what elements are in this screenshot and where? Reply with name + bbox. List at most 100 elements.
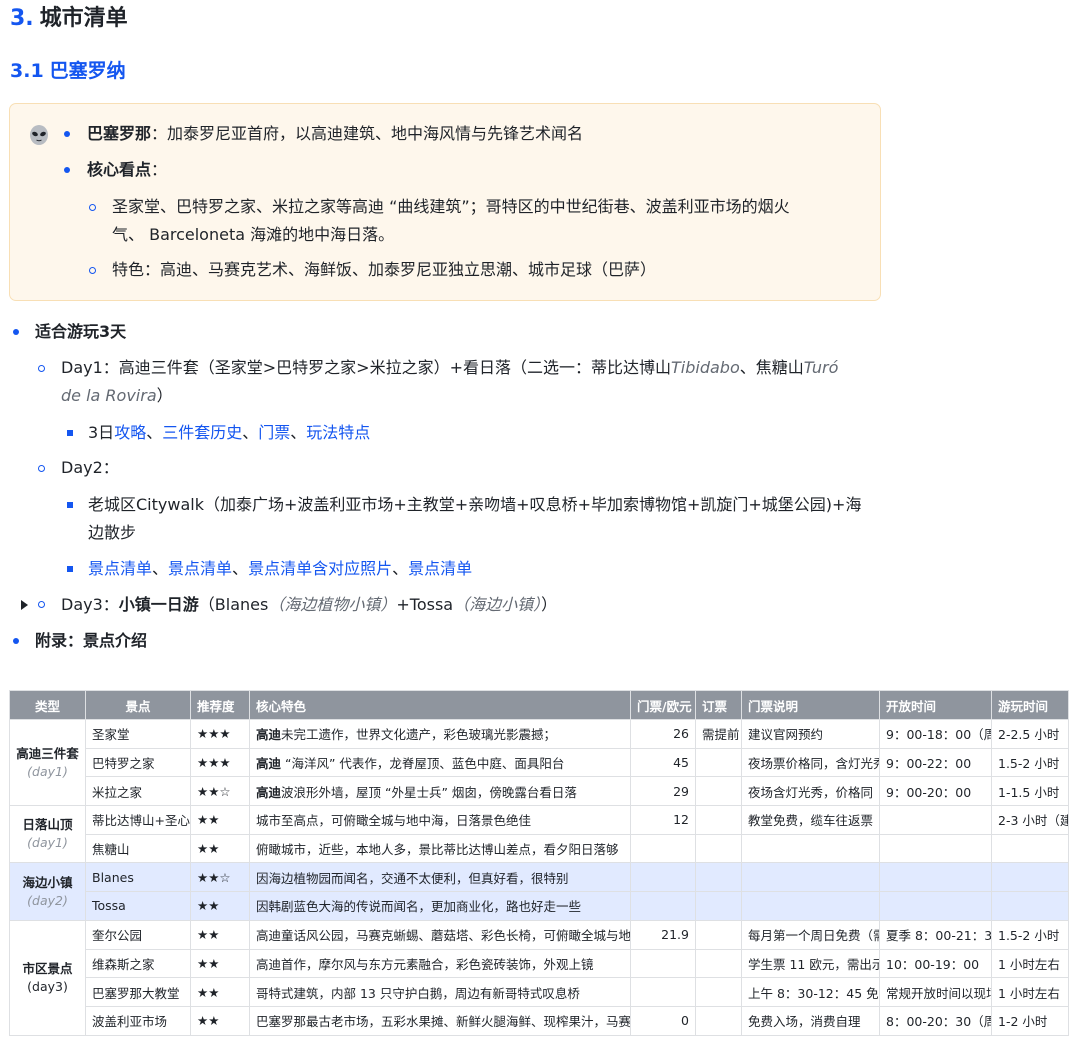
alien-emoji-icon[interactable] [28, 124, 50, 146]
features-cell[interactable]: 因海边植物园而闻名，交通不太便利，但真好看，很特别 [249, 862, 631, 893]
price-cell[interactable]: 29 [630, 776, 696, 807]
booking-cell[interactable] [695, 977, 742, 1007]
type-cell[interactable]: 高迪三件套 (day1) [9, 718, 86, 807]
price-cell[interactable]: 12 [630, 805, 696, 835]
duration-cell[interactable]: 1 小时左右 [991, 977, 1069, 1007]
rating-cell[interactable]: ★★ [190, 919, 250, 950]
spot-cell[interactable]: 波盖利亚市场 [85, 1005, 191, 1036]
hours-cell[interactable]: 9：00-22：00 [879, 747, 992, 778]
price-cell[interactable] [630, 977, 696, 1007]
features-cell[interactable]: 高迪波浪形外墙，屋顶 “外星士兵” 烟囱，傍晚露台看日落 [249, 776, 631, 807]
spot-cell[interactable]: 米拉之家 [85, 776, 191, 807]
link-spots-3[interactable]: 景点清单 [408, 559, 472, 578]
features-cell[interactable]: 高迪童话风公园，马赛克蜥蜴、蘑菇塔、彩色长椅，可俯瞰全城与地中海 [249, 919, 631, 950]
duration-cell[interactable]: 1-2 小时 [991, 1005, 1069, 1036]
duration-cell[interactable]: 1-1.5 小时 [991, 776, 1069, 807]
booking-cell[interactable] [695, 862, 742, 893]
rating-cell[interactable]: ★★ [190, 891, 250, 921]
spot-cell[interactable]: 巴特罗之家 [85, 747, 191, 778]
price-cell[interactable]: 21.9 [630, 919, 696, 950]
header-ticket-note[interactable]: 门票说明 [741, 690, 880, 720]
features-cell[interactable]: 俯瞰城市，近些，本地人多，景比蒂比达博山差点，看夕阳日落够 [249, 833, 631, 864]
duration-cell[interactable]: 1.5-2 小时 [991, 919, 1069, 950]
ticket-note-cell[interactable]: 教堂免费，缆车往返票 [741, 805, 880, 835]
header-duration[interactable]: 游玩时间 [991, 690, 1069, 720]
booking-cell[interactable] [695, 948, 742, 979]
ticket-note-cell[interactable]: 免费入场，消费自理 [741, 1005, 880, 1036]
link-guide[interactable]: 攻略 [114, 423, 146, 442]
ticket-note-cell[interactable]: 每月第一个周日免费（需预约） [741, 919, 880, 950]
spot-cell[interactable]: 圣家堂 [85, 719, 191, 749]
type-cell[interactable]: 市区景点 (day3) [9, 919, 86, 1036]
spot-cell[interactable]: 维森斯之家 [85, 948, 191, 979]
features-cell[interactable]: 因韩剧蓝色大海的传说而闻名，更加商业化，路也好走一些 [249, 891, 631, 921]
header-hours[interactable]: 开放时间 [879, 690, 992, 720]
features-cell[interactable]: 高迪 “海洋风” 代表作，龙脊屋顶、蓝色中庭、面具阳台 [249, 747, 631, 778]
ticket-note-cell[interactable]: 建议官网预约 [741, 719, 880, 749]
rating-cell[interactable]: ★★ [190, 1005, 250, 1036]
link-features[interactable]: 玩法特点 [306, 423, 370, 442]
booking-cell[interactable]: 需提前 [695, 719, 742, 749]
ticket-note-cell[interactable]: 学生票 11 欧元，需出示 [741, 948, 880, 979]
rating-cell[interactable]: ★★★ [190, 719, 250, 749]
price-cell[interactable] [630, 833, 696, 864]
ticket-note-cell[interactable]: 夜场含灯光秀，价格同 [741, 776, 880, 807]
booking-cell[interactable] [695, 747, 742, 778]
price-cell[interactable]: 45 [630, 747, 696, 778]
price-cell[interactable]: 26 [630, 719, 696, 749]
price-cell[interactable]: 0 [630, 1005, 696, 1036]
spot-cell[interactable]: Blanes [85, 862, 191, 893]
ticket-note-cell[interactable] [741, 833, 880, 864]
booking-cell[interactable] [695, 805, 742, 835]
price-cell[interactable] [630, 862, 696, 893]
price-cell[interactable] [630, 948, 696, 979]
hours-cell[interactable] [879, 833, 992, 864]
spot-cell[interactable]: Tossa [85, 891, 191, 921]
header-price[interactable]: 门票/欧元 [630, 690, 696, 720]
rating-cell[interactable]: ★★ [190, 977, 250, 1007]
hours-cell[interactable]: 夏季 8：00-21：30 [879, 919, 992, 950]
ticket-note-cell[interactable] [741, 862, 880, 893]
header-booking[interactable]: 订票 [695, 690, 742, 720]
rating-cell[interactable]: ★★ [190, 948, 250, 979]
type-cell[interactable]: 海边小镇 (day2) [9, 862, 86, 921]
booking-cell[interactable] [695, 891, 742, 921]
rating-cell[interactable]: ★★ [190, 833, 250, 864]
duration-cell[interactable]: 2-2.5 小时 [991, 719, 1069, 749]
features-cell[interactable]: 巴塞罗那最古老市场，五彩水果摊、新鲜火腿海鲜、现榨果汁，马赛克 [249, 1005, 631, 1036]
features-cell[interactable]: 高迪未完工遗作，世界文化遗产，彩色玻璃光影震撼； [249, 719, 631, 749]
price-cell[interactable] [630, 891, 696, 921]
hours-cell[interactable]: 常规开放时间以现场为准 [879, 977, 992, 1007]
collapse-toggle-icon[interactable] [21, 600, 28, 610]
features-cell[interactable]: 高迪首作，摩尔风与东方元素融合，彩色瓷砖装饰，外观上镜 [249, 948, 631, 979]
features-cell[interactable]: 哥特式建筑，内部 13 只守护白鹅，周边有新哥特式叹息桥 [249, 977, 631, 1007]
booking-cell[interactable] [695, 919, 742, 950]
link-spots-photos[interactable]: 景点清单含对应照片 [248, 559, 392, 578]
header-features[interactable]: 核心特色 [249, 690, 631, 720]
duration-cell[interactable]: 2-3 小时（建 [991, 805, 1069, 835]
duration-cell[interactable] [991, 891, 1069, 921]
duration-cell[interactable] [991, 862, 1069, 893]
spot-cell[interactable]: 巴塞罗那大教堂 [85, 977, 191, 1007]
link-history[interactable]: 三件套历史 [162, 423, 242, 442]
link-spots-1[interactable]: 景点清单 [88, 559, 152, 578]
ticket-note-cell[interactable]: 上午 8：30-12：45 免费 [741, 977, 880, 1007]
spot-cell[interactable]: 奎尔公园 [85, 919, 191, 950]
hours-cell[interactable] [879, 891, 992, 921]
hours-cell[interactable]: 9：00-20：00 [879, 776, 992, 807]
rating-cell[interactable]: ★★ [190, 805, 250, 835]
hours-cell[interactable]: 10：00-19：00 [879, 948, 992, 979]
link-spots-2[interactable]: 景点清单 [168, 559, 232, 578]
hours-cell[interactable] [879, 805, 992, 835]
duration-cell[interactable] [991, 833, 1069, 864]
header-spot[interactable]: 景点 [85, 690, 191, 720]
ticket-note-cell[interactable]: 夜场票价格同，含灯光秀 [741, 747, 880, 778]
spot-cell[interactable]: 蒂比达博山+圣心堂 [85, 805, 191, 835]
booking-cell[interactable] [695, 1005, 742, 1036]
booking-cell[interactable] [695, 833, 742, 864]
ticket-note-cell[interactable] [741, 891, 880, 921]
rating-cell[interactable]: ★★☆ [190, 776, 250, 807]
type-cell[interactable]: 日落山顶 (day1) [9, 805, 86, 864]
rating-cell[interactable]: ★★★ [190, 747, 250, 778]
header-type[interactable]: 类型 [9, 690, 86, 720]
